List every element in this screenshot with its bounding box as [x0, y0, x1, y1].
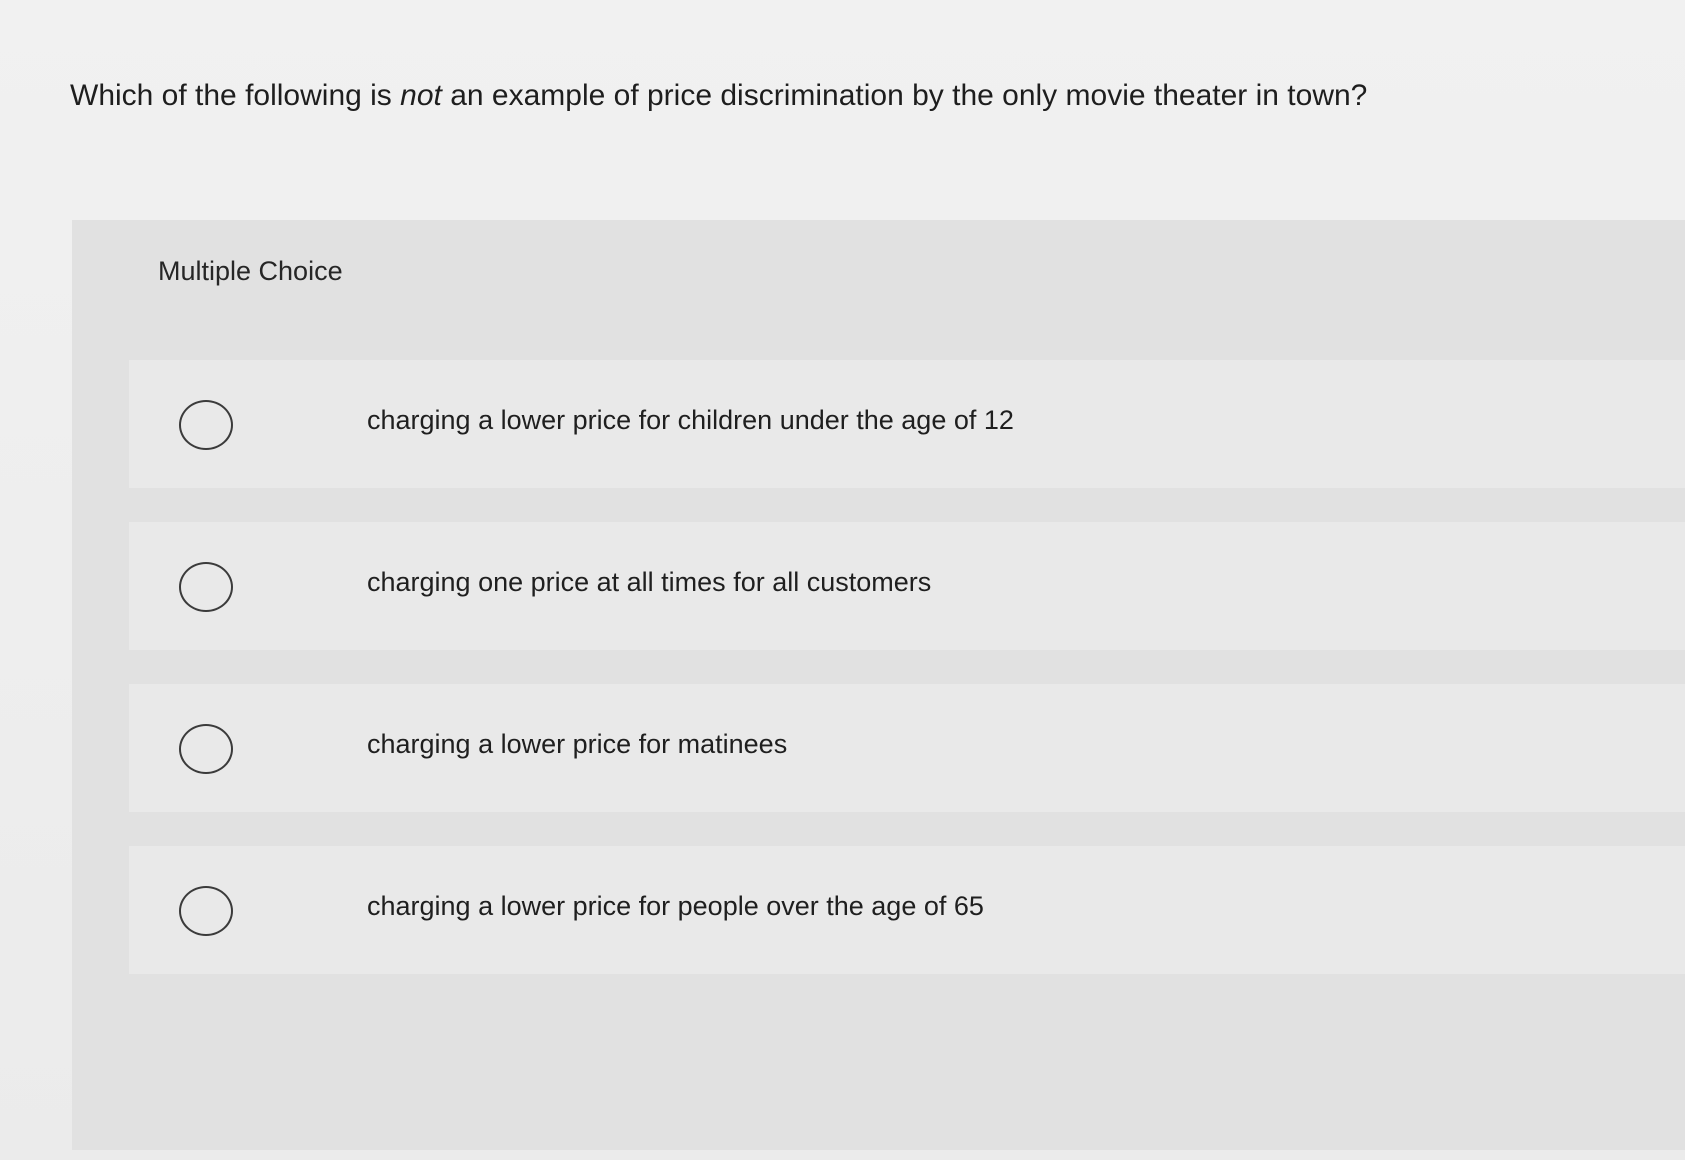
radio-button-icon[interactable]: [179, 562, 233, 612]
choice-option-3[interactable]: charging a lower price for matinees: [129, 684, 1685, 812]
choice-option-4[interactable]: charging a lower price for people over t…: [129, 846, 1685, 974]
question-suffix: an example of price discrimination by th…: [441, 79, 1368, 112]
question-emphasis: not: [400, 79, 442, 112]
choice-label: charging a lower price for children unde…: [367, 405, 1014, 435]
radio-button-icon[interactable]: [179, 886, 233, 936]
choice-option-2[interactable]: charging one price at all times for all …: [129, 522, 1685, 650]
quiz-page: Which of the following is not an example…: [0, 0, 1685, 1160]
choice-option-1[interactable]: charging a lower price for children unde…: [129, 360, 1685, 488]
choice-label: charging a lower price for people over t…: [367, 891, 984, 921]
radio-button-icon[interactable]: [179, 724, 233, 774]
choice-label: charging one price at all times for all …: [367, 567, 932, 597]
radio-button-icon[interactable]: [179, 400, 233, 450]
multiple-choice-panel: Multiple Choice charging a lower price f…: [72, 220, 1685, 1150]
question-prefix: Which of the following is: [70, 79, 401, 112]
choice-label: charging a lower price for matinees: [367, 729, 788, 759]
question-text: Which of the following is not an example…: [70, 76, 1630, 116]
multiple-choice-heading: Multiple Choice: [158, 256, 343, 286]
